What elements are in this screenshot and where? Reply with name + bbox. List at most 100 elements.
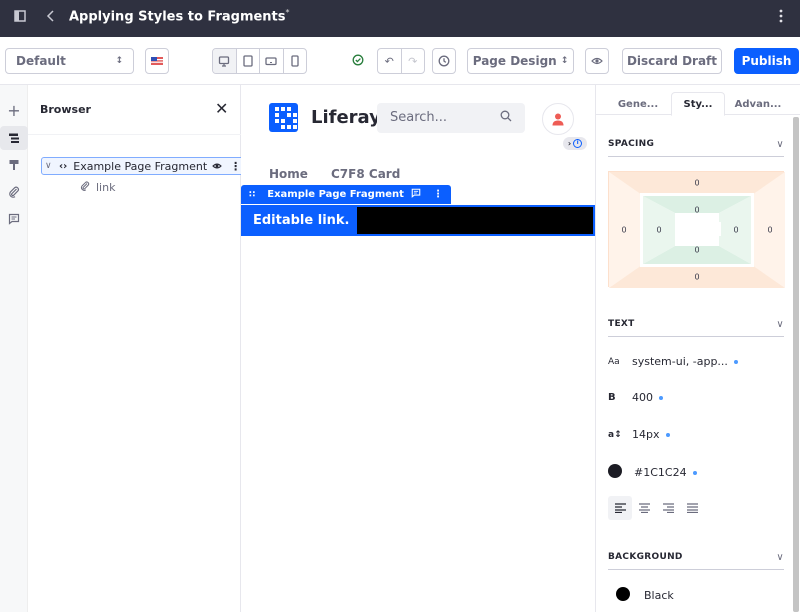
tree-item-label: link <box>96 181 116 194</box>
undo-icon: ↶ <box>384 54 394 68</box>
link-icon <box>80 181 90 194</box>
align-justify-icon <box>686 503 698 513</box>
bold-icon: B <box>608 392 616 403</box>
section-background-header[interactable]: BACKGROUND ∨ <box>608 545 784 570</box>
device-portrait-button[interactable] <box>284 49 307 73</box>
search-icon[interactable] <box>500 110 512 122</box>
tab-styles[interactable]: Sty... <box>671 92 725 116</box>
sidebar-toggle-icon[interactable] <box>14 10 26 26</box>
landscape-phone-icon <box>265 57 277 66</box>
align-justify-button[interactable] <box>680 496 704 520</box>
page-canvas: Liferay Search... › i Home C7F8 Card ∷ E… <box>241 85 595 612</box>
tree-item-link[interactable]: link <box>80 181 115 194</box>
discard-draft-button[interactable]: Discard Draft <box>622 48 722 74</box>
align-center-icon <box>638 503 650 513</box>
close-icon[interactable]: ✕ <box>215 99 228 118</box>
comment-icon[interactable] <box>411 188 421 201</box>
text-color-swatch[interactable] <box>608 464 622 478</box>
rail-page-design-button[interactable] <box>0 153 28 177</box>
font-weight-value: 400 <box>632 391 653 404</box>
select-caret-icon: ↕ <box>115 56 123 66</box>
padding-right-value[interactable]: 0 <box>733 226 738 235</box>
chevron-down-icon[interactable]: ∨ <box>776 552 784 563</box>
scrollbar[interactable] <box>793 117 799 612</box>
history-button[interactable] <box>432 48 456 74</box>
text-align-group <box>608 496 704 520</box>
page-design-select[interactable]: Page Design ↕ <box>467 48 574 74</box>
editable-link[interactable]: Editable link. <box>243 207 357 234</box>
undo-button[interactable]: ↶ <box>378 49 402 73</box>
chevron-down-icon[interactable]: ∨ <box>776 319 784 330</box>
margin-top-value[interactable]: 0 <box>694 179 699 188</box>
device-selector <box>212 48 307 74</box>
color-swatch-wrap <box>608 587 644 604</box>
eye-icon[interactable] <box>212 160 222 173</box>
nav-item-card[interactable]: C7F8 Card <box>331 167 400 181</box>
chevron-down-icon[interactable]: ∨ <box>776 139 784 150</box>
rail-comments-button[interactable] <box>0 207 28 231</box>
font-weight-field[interactable]: B 400 <box>608 391 663 404</box>
section-spacing-header[interactable]: SPACING ∨ <box>608 132 784 157</box>
rail-mapping-button[interactable] <box>0 180 28 204</box>
margin-left-value[interactable]: 0 <box>621 226 626 235</box>
section-text-header[interactable]: TEXT ∨ <box>608 312 784 337</box>
nav-item-home[interactable]: Home <box>269 167 308 181</box>
rail-add-button[interactable]: + <box>0 98 28 122</box>
preview-button[interactable] <box>585 48 609 74</box>
brand-name: Liferay <box>311 107 381 128</box>
page-title: Applying Styles to Fragments* <box>69 8 290 24</box>
inherited-indicator <box>659 395 663 400</box>
modified-marker: * <box>285 8 290 17</box>
browser-panel: Browser ✕ ∨ ‹› Example Page Fragment ⋮ l… <box>28 85 246 612</box>
device-desktop-button[interactable] <box>213 49 237 73</box>
tab-general[interactable]: Gene... <box>608 92 668 116</box>
font-family-field[interactable]: Aa system-ui, -app... <box>608 355 738 368</box>
margin-bottom-value[interactable]: 0 <box>694 273 699 282</box>
tab-advanced[interactable]: Advan... <box>728 92 788 116</box>
fragment-topper[interactable]: ∷ Example Page Fragment ⋮ <box>241 185 451 204</box>
info-icon: i <box>573 139 583 148</box>
background-color-swatch[interactable] <box>616 587 630 601</box>
panel-tabs: Gene... Sty... Advan... <box>596 85 800 116</box>
padding-bottom-value[interactable]: 0 <box>694 246 699 255</box>
align-center-button[interactable] <box>632 496 656 520</box>
background-color-field[interactable]: Black <box>608 587 674 604</box>
section-title: BACKGROUND <box>608 552 683 562</box>
padding-top-value[interactable]: 0 <box>694 206 699 215</box>
spacing-diagram <box>609 172 785 288</box>
color-swatch-wrap <box>608 464 634 481</box>
divider <box>28 134 241 135</box>
tree-item-fragment[interactable]: ∨ ‹› Example Page Fragment ⋮ <box>41 157 246 175</box>
user-avatar[interactable] <box>542 103 574 135</box>
more-vertical-icon[interactable]: ⋮ <box>433 189 443 200</box>
clock-icon <box>438 55 450 67</box>
device-tablet-button[interactable] <box>237 49 260 73</box>
language-selector[interactable] <box>145 48 169 74</box>
more-vertical-icon[interactable]: ⋮ <box>230 160 241 173</box>
publish-button[interactable]: Publish <box>734 48 799 74</box>
back-icon[interactable] <box>46 9 56 27</box>
text-color-field[interactable]: #1C1C24 <box>608 464 697 481</box>
code-icon: ‹› <box>59 160 68 172</box>
rail-browser-button[interactable] <box>0 126 28 150</box>
experience-select[interactable]: Default ↕ <box>5 48 134 74</box>
chevron-down-icon[interactable]: ∨ <box>45 161 59 171</box>
device-landscape-button[interactable] <box>260 49 284 73</box>
more-vertical-icon[interactable] <box>779 9 783 27</box>
us-flag-icon <box>151 57 163 65</box>
product-menu-toggle[interactable]: › i <box>563 137 587 150</box>
align-right-button[interactable] <box>656 496 680 520</box>
paperclip-icon <box>9 186 19 198</box>
undo-redo-group: ↶ ↷ <box>377 48 425 74</box>
font-family-value: system-ui, -app... <box>632 355 728 368</box>
drag-handle-icon[interactable]: ∷ <box>249 190 255 200</box>
fragment-name: Example Page Fragment <box>267 189 404 200</box>
font-size-field[interactable]: a↕ 14px <box>608 428 670 441</box>
align-left-button[interactable] <box>608 496 632 520</box>
fragment-content[interactable]: Editable link. <box>241 205 595 236</box>
search-input[interactable]: Search... <box>377 103 525 133</box>
toolbar: Default ↕ ↶ ↷ Page Design ↕ Discard Draf… <box>0 37 800 85</box>
redo-button[interactable]: ↷ <box>402 49 425 73</box>
padding-left-value[interactable]: 0 <box>656 226 661 235</box>
margin-right-value[interactable]: 0 <box>767 226 772 235</box>
